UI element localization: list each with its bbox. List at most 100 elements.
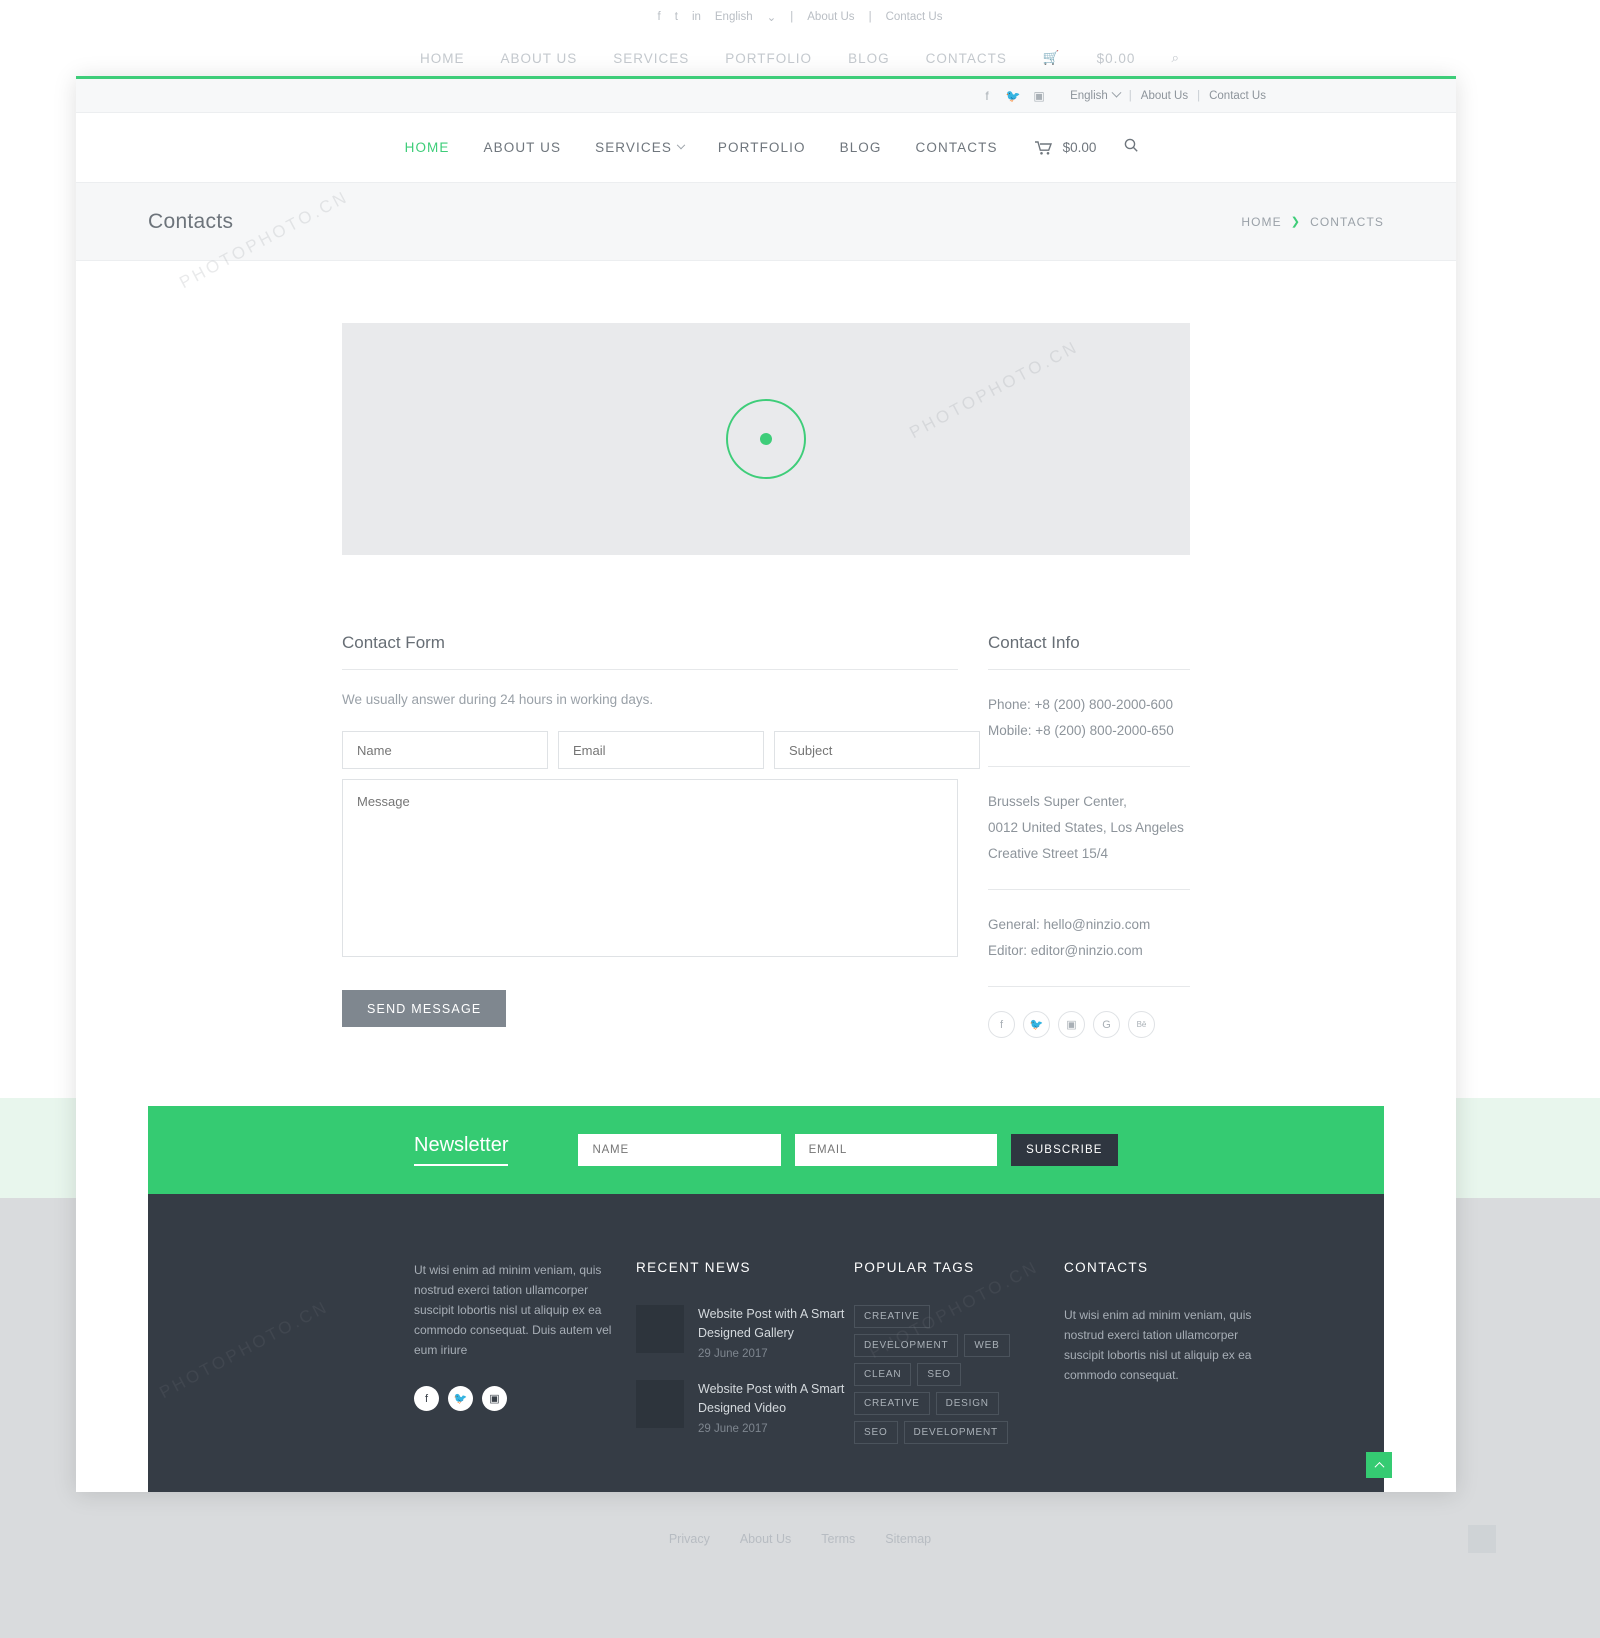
nav-item-home[interactable]: HOME [388,140,467,155]
facebook-icon[interactable]: f [414,1386,439,1411]
nav-label: HOME [404,140,450,155]
ghost-search-icon: ⌕ [1171,50,1180,65]
cart-button[interactable]: $0.00 [1015,140,1111,155]
tag-item[interactable]: WEB [964,1334,1010,1357]
tag-list: CREATIVE DEVELOPMENT WEB CLEAN SEO CREAT… [854,1305,1034,1444]
footer-tags-heading: POPULAR TAGS [854,1260,975,1275]
address-line-3: Creative Street 15/4 [988,846,1109,861]
name-input[interactable] [342,731,548,769]
instagram-icon[interactable]: ▣ [1026,89,1052,103]
tag-item[interactable]: DEVELOPMENT [854,1334,959,1357]
newsletter-name-input[interactable] [578,1134,781,1166]
cart-total: $0.00 [1062,140,1097,155]
nav-item-about-us[interactable]: ABOUT US [467,140,579,155]
address-line-1: Brussels Super Center, [988,794,1127,809]
utility-topbar: f 🐦 ▣ English | About Us | Contact Us [76,79,1456,113]
news-date: 29 June 2017 [698,1423,768,1435]
nav-label: PORTFOLIO [717,140,806,155]
search-icon [1125,138,1139,152]
ghost-nav-about: ABOUT US [500,50,578,66]
twitter-icon[interactable]: 🐦 [1000,89,1026,103]
chevron-down-icon [676,140,686,149]
language-label: English [1070,89,1108,102]
ghost-bottom-links: Privacy About Us Terms Sitemap [668,1532,932,1546]
ghost-topbar: f t in English ⌄ | About Us | Contact Us [657,11,943,24]
tag-item[interactable]: DEVELOPMENT [903,1421,1008,1444]
footer-recent-news-heading: RECENT NEWS [636,1260,751,1275]
news-thumbnail [636,1380,684,1428]
subscribe-button[interactable]: SUBSCRIBE [1010,1134,1118,1166]
nav-label: CONTACTS [915,140,998,155]
nav-item-services[interactable]: SERVICES [578,140,701,155]
google-plus-icon[interactable]: G [1093,1011,1120,1038]
tag-item[interactable]: CREATIVE [854,1392,930,1415]
form-row [342,731,980,769]
ghost-nav-blog: BLOG [848,50,890,66]
cart-icon [1034,140,1052,155]
footer-about-text: Ut wisi enim ad minim veniam, quis nostr… [414,1263,612,1357]
tag-item[interactable]: CREATIVE [854,1305,930,1328]
ghost-cart-total: $0.00 [1096,50,1136,66]
instagram-icon[interactable]: ▣ [482,1386,507,1411]
address-block: Brussels Super Center, 0012 United State… [988,767,1190,890]
nav-item-portfolio[interactable]: PORTFOLIO [701,140,823,155]
ghost-instagram-icon: in [691,11,701,23]
twitter-icon[interactable]: 🐦 [448,1386,473,1411]
message-textarea[interactable] [342,779,958,957]
footer-grid: Ut wisi enim ad minim veniam, quis nostr… [220,1260,1312,1455]
chevron-right-icon: ❯ [1290,216,1302,228]
nav-label: BLOG [839,140,882,155]
language-selector[interactable]: English [1070,87,1122,102]
ghost-contact-link: Contact Us [885,11,943,23]
contact-info-heading: Contact Info [988,633,1190,670]
twitter-icon[interactable]: 🐦 [1023,1011,1050,1038]
footer-social-row: f 🐦 ▣ [414,1386,612,1411]
ghost-nav-home: HOME [420,50,465,66]
topbar-about-us-link[interactable]: About Us [1141,90,1188,102]
topbar-contact-us-link[interactable]: Contact Us [1209,90,1266,102]
scroll-to-top-button[interactable] [1366,1452,1392,1478]
page-card: f 🐦 ▣ English | About Us | Contact Us HO… [76,76,1456,1492]
nav-item-contacts[interactable]: CONTACTS [899,140,1015,155]
instagram-icon[interactable]: ▣ [1058,1011,1085,1038]
facebook-icon[interactable]: f [974,89,1000,103]
ghost-nav-contacts: CONTACTS [925,50,1007,66]
ghost-facebook-icon: f [657,11,661,23]
tag-item[interactable]: CLEAN [854,1363,912,1386]
footer-recent-news-column: RECENT NEWS Website Post with A Smart De… [636,1260,854,1455]
subject-input[interactable] [774,731,980,769]
email-block: General: hello@ninzio.com Editor: editor… [988,890,1190,987]
search-button[interactable] [1110,138,1144,157]
contact-form-heading: Contact Form [342,633,958,670]
list-item[interactable]: Website Post with A Smart Designed Video… [636,1380,854,1435]
tag-item[interactable]: SEO [854,1421,898,1444]
newsletter-email-input[interactable] [794,1134,997,1166]
footer-contacts-heading: CONTACTS [1064,1260,1149,1275]
list-item[interactable]: Website Post with A Smart Designed Galle… [636,1305,854,1360]
behance-icon[interactable]: Bē [1128,1011,1155,1038]
nav-label: ABOUT US [483,140,562,155]
contact-columns: Contact Form We usually answer during 24… [342,633,1190,1038]
tag-item[interactable]: DESIGN [935,1392,999,1415]
breadcrumb-home[interactable]: HOME [1241,215,1281,229]
news-title: Website Post with A Smart Designed Galle… [698,1307,845,1340]
email-input[interactable] [558,731,764,769]
ghost-cart-icon: 🛒 [1042,50,1061,65]
facebook-icon[interactable]: f [988,1011,1015,1038]
map-placeholder[interactable] [342,323,1190,555]
nav-item-blog[interactable]: BLOG [823,140,899,155]
divider: | [1197,89,1201,102]
loading-spinner-icon [726,399,806,479]
newsletter-bar: Newsletter SUBSCRIBE [148,1106,1384,1194]
address-line-2: 0012 United States, Los Angeles [988,820,1184,835]
main-content: Contact Form We usually answer during 24… [76,261,1456,1492]
news-thumbnail [636,1305,684,1353]
email-general: General: hello@ninzio.com [988,917,1151,932]
page-title: Contacts [148,209,234,233]
tag-item[interactable]: SEO [917,1363,961,1386]
contact-social-row: f 🐦 ▣ G Bē [988,987,1190,1038]
send-message-button[interactable]: SEND MESSAGE [342,990,507,1027]
page-title-bar: Contacts HOME ❯ CONTACTS [76,183,1456,261]
footer-about-column: Ut wisi enim ad minim veniam, quis nostr… [414,1260,636,1455]
ghost-to-top-button [1468,1525,1496,1553]
